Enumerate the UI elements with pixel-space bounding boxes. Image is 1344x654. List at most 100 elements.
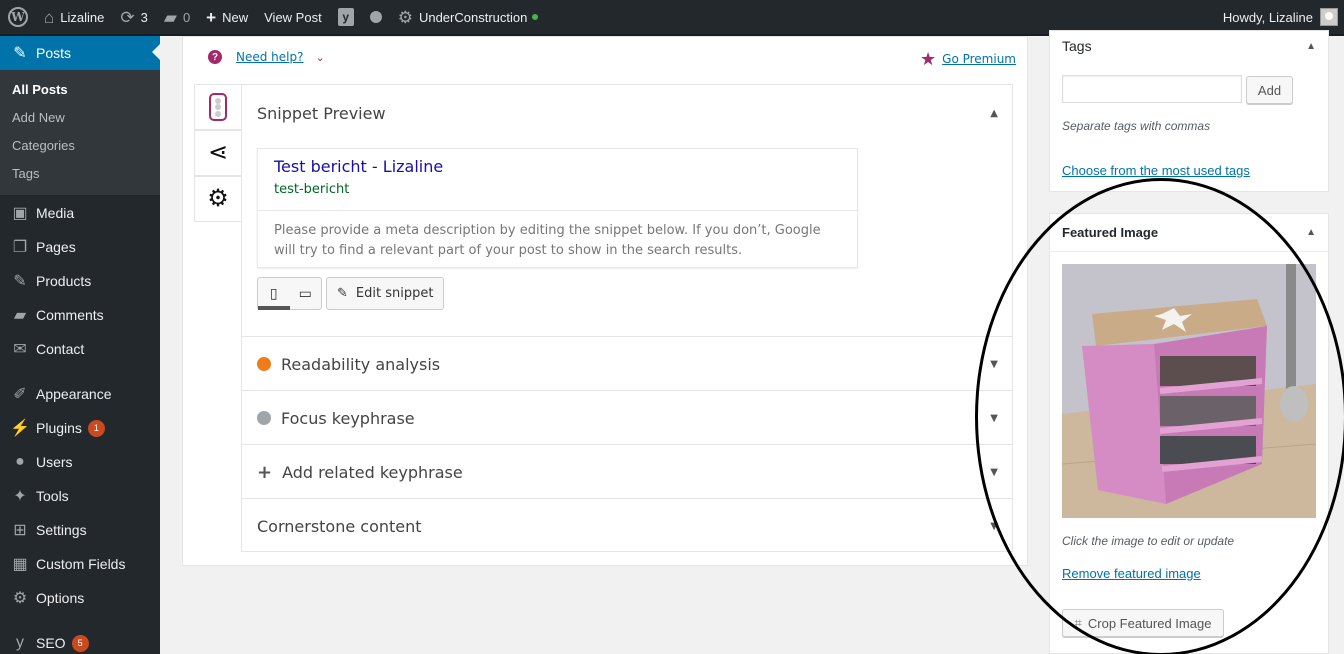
new-label: New	[222, 9, 249, 25]
menu-tools-label: Tools	[36, 488, 69, 504]
cornerstone-title: Cornerstone content	[257, 516, 422, 536]
menu-plugins[interactable]: ⚡ Plugins 1	[0, 411, 160, 445]
updates-count: 3	[140, 9, 148, 25]
snippet-card: Test bericht - Lizaline test-bericht Ple…	[257, 148, 858, 268]
menu-comments-label: Comments	[36, 307, 104, 323]
menu-users[interactable]: ● Users	[0, 445, 160, 479]
menu-media[interactable]: ▣ Media	[0, 196, 160, 230]
site-name-label: Lizaline	[60, 9, 105, 25]
menu-tools[interactable]: ✦ Tools	[0, 479, 160, 513]
chevron-down-icon[interactable]: ⌄	[315, 51, 324, 64]
seo-status-dot	[369, 11, 382, 23]
wrench-icon: ✦	[13, 488, 27, 505]
menu-custom-fields[interactable]: ▦ Custom Fields	[0, 547, 160, 581]
readability-section[interactable]: Readability analysis ▼	[242, 336, 1012, 390]
admin-sidebar: ✎ Posts All Posts Add New Categories Tag…	[0, 36, 160, 654]
envelope-icon: ✉	[13, 341, 27, 358]
media-icon: ▣	[12, 205, 28, 222]
submenu-all-posts[interactable]: All Posts	[0, 76, 160, 104]
tab-social[interactable]: ⋖	[194, 130, 241, 176]
refresh-icon: ⟳	[120, 7, 135, 27]
related-keyphrase-section[interactable]: + Add related keyphrase ▼	[242, 444, 1012, 498]
seo-status-menu[interactable]	[362, 0, 390, 35]
expand-arrow-icon[interactable]: ▼	[990, 467, 998, 478]
snippet-title[interactable]: Test bericht - Lizaline	[274, 157, 443, 176]
menu-appearance[interactable]: ✐ Appearance	[0, 377, 160, 411]
edit-snippet-button[interactable]: ✎ Edit snippet	[326, 277, 445, 310]
submenu-categories[interactable]: Categories	[0, 132, 160, 160]
snippet-description[interactable]: Please provide a meta description by edi…	[274, 221, 844, 261]
featured-image-thumbnail[interactable]	[1062, 264, 1316, 518]
menu-seo[interactable]: y SEO 5	[0, 626, 160, 654]
help-row: ? Need help? ⌄	[208, 50, 325, 64]
go-premium-link[interactable]: Go Premium	[942, 52, 1016, 66]
menu-settings[interactable]: ⊞ Settings	[0, 513, 160, 547]
expand-arrow-icon[interactable]: ▼	[990, 359, 998, 370]
menu-users-label: Users	[36, 454, 73, 470]
collapse-arrow-icon[interactable]: ▲	[990, 108, 998, 119]
site-name-menu[interactable]: ⌂ Lizaline	[36, 0, 112, 35]
snippet-preview-title: Snippet Preview	[257, 103, 386, 123]
menu-appearance-label: Appearance	[36, 386, 112, 402]
desktop-preview-button[interactable]: ▭	[290, 278, 322, 309]
traffic-light-icon	[209, 93, 227, 121]
menu-contact-label: Contact	[36, 341, 85, 357]
menu-pages[interactable]: ❐ Pages	[0, 230, 160, 264]
focus-keyphrase-section[interactable]: Focus keyphrase ▼	[242, 390, 1012, 444]
mobile-preview-button[interactable]: ▯	[258, 278, 290, 310]
view-post-link[interactable]: View Post	[256, 0, 330, 35]
new-content-menu[interactable]: + New	[198, 0, 256, 35]
new-tag-input[interactable]	[1062, 75, 1242, 103]
need-help-link[interactable]: Need help?	[236, 50, 303, 64]
plugin-icon: ⚡	[10, 420, 30, 437]
snippet-url[interactable]: test-bericht	[274, 182, 349, 197]
featured-image-box: Featured Image ▲ Click the image to edit…	[1049, 213, 1329, 654]
featured-image-header[interactable]: Featured Image ▲	[1050, 214, 1328, 252]
comments-icon: ▰	[13, 307, 27, 324]
edit-snippet-label: Edit snippet	[355, 286, 434, 301]
under-construction-menu[interactable]: ⚙ UnderConstruction	[390, 0, 547, 35]
tab-seo-analysis[interactable]	[194, 84, 241, 130]
remove-featured-image-link[interactable]: Remove featured image	[1062, 566, 1201, 581]
expand-arrow-icon[interactable]: ▼	[990, 521, 998, 532]
menu-comments[interactable]: ▰ Comments	[0, 298, 160, 332]
menu-seo-label: SEO	[36, 635, 66, 651]
menu-contact[interactable]: ✉ Contact	[0, 332, 160, 366]
tab-advanced[interactable]: ⚙	[194, 176, 241, 222]
tags-hint: Separate tags with commas	[1062, 119, 1211, 133]
menu-posts[interactable]: ✎ Posts	[0, 36, 160, 70]
posts-submenu: All Posts Add New Categories Tags	[0, 70, 160, 195]
featured-image-title: Featured Image	[1062, 225, 1159, 240]
table-icon: ▦	[12, 556, 28, 573]
collapse-arrow-icon[interactable]: ▲	[1306, 41, 1316, 52]
collapse-arrow-icon[interactable]: ▲	[1306, 227, 1316, 238]
cornerstone-section[interactable]: Cornerstone content ▼	[242, 498, 1012, 552]
expand-arrow-icon[interactable]: ▼	[990, 413, 998, 424]
seo-notification-badge: 5	[71, 634, 89, 652]
pencil-icon: ✎	[337, 286, 348, 301]
featured-image-hint: Click the image to edit or update	[1062, 534, 1235, 548]
yoast-menu[interactable]: y	[330, 0, 362, 35]
plus-icon: +	[257, 461, 273, 483]
submenu-tags[interactable]: Tags	[0, 160, 160, 188]
crop-featured-image-button[interactable]: ⌗ Crop Featured Image	[1062, 609, 1224, 637]
wordpress-logo-menu[interactable]: W	[0, 0, 36, 35]
tags-box: Tags ▲ Add Separate tags with commas Cho…	[1049, 30, 1329, 192]
menu-options[interactable]: ⚙ Options	[0, 581, 160, 615]
menu-options-label: Options	[36, 590, 85, 606]
add-tag-button[interactable]: Add	[1246, 76, 1293, 104]
tags-box-header[interactable]: Tags ▲	[1050, 31, 1328, 61]
comments-menu[interactable]: ▰ 0	[156, 0, 198, 35]
menu-posts-label: Posts	[36, 45, 72, 61]
shoe-bench-photo	[1062, 264, 1316, 518]
question-icon: ?	[208, 50, 222, 64]
snippet-preview-header[interactable]: Snippet Preview ▲	[242, 85, 1012, 141]
most-used-tags-link[interactable]: Choose from the most used tags	[1062, 163, 1250, 178]
submenu-add-new[interactable]: Add New	[0, 104, 160, 132]
desktop-icon: ▭	[298, 285, 312, 301]
menu-products[interactable]: ✎ Products	[0, 264, 160, 298]
updates-menu[interactable]: ⟳ 3	[112, 0, 155, 35]
device-toggle: ▯ ▭	[257, 277, 322, 310]
related-keyphrase-title: Add related keyphrase	[282, 462, 463, 482]
status-dot	[532, 14, 539, 20]
